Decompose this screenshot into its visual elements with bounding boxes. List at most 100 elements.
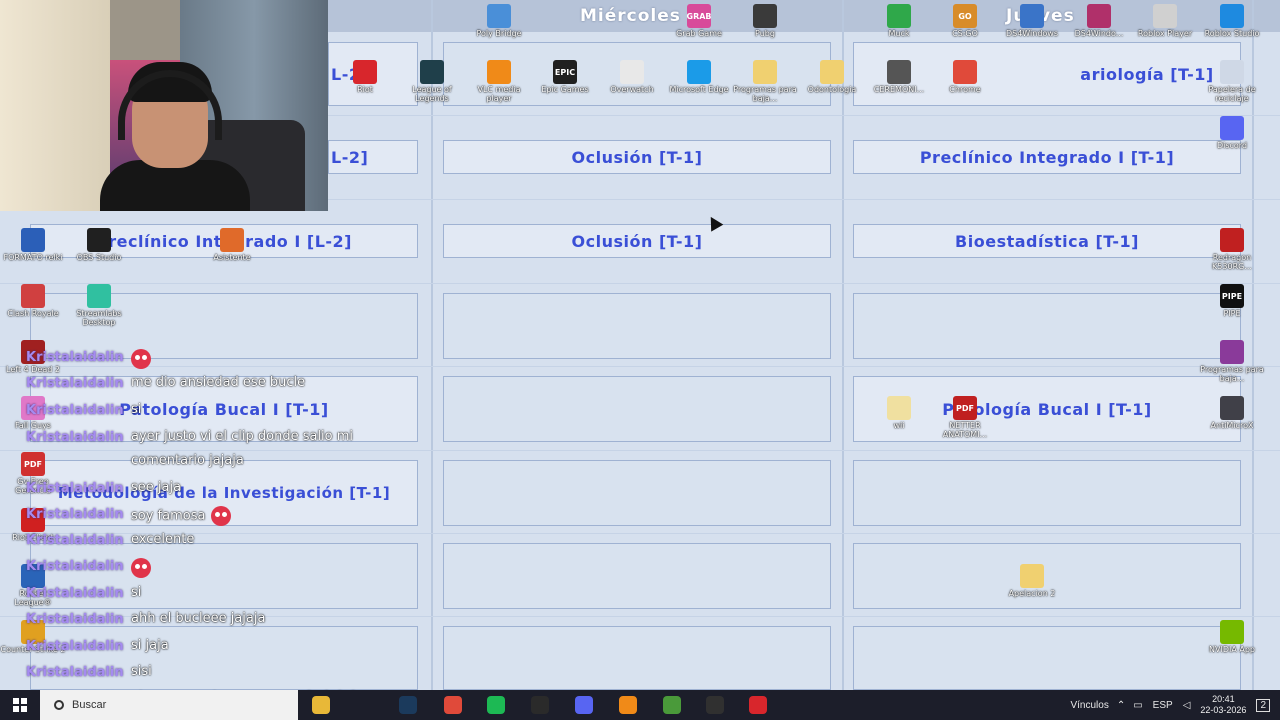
desktop-icon-league-of-legends[interactable]: League of Legends bbox=[399, 60, 465, 103]
muck-icon bbox=[887, 4, 911, 28]
desktop-icon-overwatch[interactable]: Overwatch bbox=[599, 60, 665, 94]
chat-message-text: si bbox=[131, 585, 142, 600]
discord-taskbar-icon[interactable] bbox=[575, 696, 593, 714]
chat-message: soy famosa bbox=[131, 506, 232, 526]
desktop-icon-cs-go[interactable]: GO CS:GO bbox=[932, 4, 998, 38]
spotify-taskbar-icon[interactable] bbox=[487, 696, 505, 714]
desktop-icon-programas-para-baja[interactable]: Programas para baja... bbox=[1199, 340, 1265, 383]
volume-icon[interactable]: ◁ bbox=[1183, 700, 1191, 711]
desktop-icon-ds4windows[interactable]: DS4Windows bbox=[999, 4, 1065, 38]
desktop-icon-label: Asistente bbox=[213, 253, 251, 262]
desktop-icon-programas-para-baja[interactable]: Programas para baja... bbox=[732, 60, 798, 103]
chat-username-text: Kristalaidalin bbox=[26, 558, 124, 574]
desktop-icon-label: NVIDIA App bbox=[1209, 645, 1255, 654]
chat-message-text: si jaja bbox=[131, 638, 169, 653]
desktop-icon-formato-relki[interactable]: FORMATO relki bbox=[0, 228, 66, 262]
overwatch-taskbar-icon[interactable] bbox=[619, 696, 637, 714]
chat-username: Kristalaidalin bbox=[26, 662, 124, 682]
desktop-icon-label: Programas para baja... bbox=[1200, 365, 1264, 383]
links-toolbar-label[interactable]: Vínculos bbox=[1070, 700, 1108, 711]
windows-logo-icon bbox=[13, 698, 27, 712]
desktop-icon-label: Overwatch bbox=[610, 85, 654, 94]
chat-username-text: Kristalaidalin bbox=[26, 664, 124, 680]
desktop-icon-streamlabs-desktop[interactable]: Streamlabs Desktop bbox=[66, 284, 132, 327]
clock[interactable]: 20:41 22-03-2026 bbox=[1200, 694, 1246, 716]
chat-username-text: Kristalaidalin bbox=[26, 429, 124, 445]
chat-username: Kristalaidalin bbox=[26, 427, 124, 447]
file-explorer-taskbar-icon[interactable] bbox=[312, 696, 330, 714]
desktop-icon-poly-bridge[interactable]: Poly Bridge bbox=[466, 4, 532, 38]
desktop-icon-chrome[interactable]: Chrome bbox=[932, 60, 998, 94]
desktop-icon-ds4windo[interactable]: DS4Windo... bbox=[1066, 4, 1132, 38]
desktop-icon-pipe[interactable]: PIPE PIPE bbox=[1199, 284, 1265, 318]
desktop-icon-wii[interactable]: wii bbox=[866, 396, 932, 430]
desktop-icon-muck[interactable]: Muck bbox=[866, 4, 932, 38]
riot-taskbar-icon[interactable] bbox=[749, 696, 767, 714]
asistente-icon bbox=[220, 228, 244, 252]
desktop-icon-nvidia-app[interactable]: NVIDIA App bbox=[1199, 620, 1265, 654]
obs-taskbar-icon[interactable] bbox=[706, 696, 724, 714]
chat-message: si bbox=[131, 585, 141, 600]
column-divider bbox=[431, 0, 433, 690]
clash-royale-icon bbox=[21, 284, 45, 308]
desktop-icon-netter-anatomi[interactable]: PDF NETTER ANATOMI... bbox=[932, 396, 998, 439]
desktop-icon-redragon-k530rg[interactable]: Redragon K530RG... bbox=[1199, 228, 1265, 271]
desktop-icon-label: Papelera de reciclaje bbox=[1208, 85, 1256, 103]
chat-message: ayer justo vi el clip donde salio mi bbox=[131, 429, 353, 444]
network-icon[interactable]: ▭ bbox=[1133, 700, 1142, 711]
chat-message bbox=[131, 349, 151, 369]
desktop-icon-microsoft-edge[interactable]: Microsoft Edge bbox=[666, 60, 732, 94]
chat-message: me dio ansiedad ese bucle bbox=[131, 375, 305, 390]
desktop-icon-label: AntiMicroX bbox=[1210, 421, 1254, 430]
vlc-media-player-icon bbox=[487, 60, 511, 84]
chat-message-text: me dio ansiedad ese bucle bbox=[131, 375, 306, 390]
chrome-taskbar-icon[interactable] bbox=[444, 696, 462, 714]
schedule-cell-empty bbox=[853, 460, 1241, 526]
chat-message: see jaja bbox=[131, 480, 181, 495]
desktop-icon-apelacion-2[interactable]: Apelacion 2 bbox=[999, 564, 1065, 598]
desktop-icon-label: Odontologia bbox=[807, 85, 857, 94]
chat-message-text: sisi bbox=[131, 664, 152, 679]
language-indicator[interactable]: ESP bbox=[1153, 700, 1173, 711]
desktop-icon-antimicrox[interactable]: AntiMicroX bbox=[1199, 396, 1265, 430]
desktop-icon-clash-royale[interactable]: Clash Royale bbox=[0, 284, 66, 318]
start-button[interactable] bbox=[0, 690, 40, 720]
desktop-icon-odontologia[interactable]: Odontologia bbox=[799, 60, 865, 94]
cs-go-icon: GO bbox=[953, 4, 977, 28]
grab-game-icon: GRAB bbox=[687, 4, 712, 28]
row-divider bbox=[0, 283, 1280, 284]
chevron-up-icon[interactable]: ⌃ bbox=[1117, 700, 1125, 711]
desktop-icon-vlc-media-player[interactable]: VLC media player bbox=[466, 60, 532, 103]
notification-center-icon[interactable]: 2 bbox=[1256, 698, 1270, 712]
desktop-icon-discord[interactable]: Discord bbox=[1199, 116, 1265, 150]
chrome-icon bbox=[953, 60, 977, 84]
desktop-icon-riot[interactable]: Riot bbox=[332, 60, 398, 94]
chat-message-text: soy famosa bbox=[131, 508, 206, 524]
chat-emote-icon bbox=[131, 349, 151, 369]
chat-username: Kristalaidalin bbox=[26, 478, 124, 498]
notification-count: 2 bbox=[1260, 699, 1266, 711]
schedule-cell-empty bbox=[443, 460, 831, 526]
desktop-icon-grab-game[interactable]: GRAB Grab Game bbox=[666, 4, 732, 38]
desktop-icon-pubg[interactable]: Pubg bbox=[732, 4, 798, 38]
desktop-icon-label: CS:GO bbox=[952, 29, 978, 38]
desktop-icon-roblox-studio[interactable]: Roblox Studio bbox=[1199, 4, 1265, 38]
desktop-icon-obs-studio[interactable]: OBS Studio bbox=[66, 228, 132, 262]
desktop-icon-asistente[interactable]: Asistente bbox=[199, 228, 265, 262]
taskbar-search-box[interactable]: Buscar bbox=[40, 690, 298, 720]
webcam-overlay bbox=[0, 0, 328, 211]
nvidia-app-icon bbox=[1220, 620, 1244, 644]
desktop-icon-label: Clash Royale bbox=[7, 309, 59, 318]
desktop-icon-ceremoni[interactable]: CEREMONI... bbox=[866, 60, 932, 94]
minecraft-taskbar-icon[interactable] bbox=[663, 696, 681, 714]
schedule-cell-empty bbox=[443, 543, 831, 609]
desktop-icon-papelera-de-reciclaje[interactable]: Papelera de reciclaje bbox=[1199, 60, 1265, 103]
desktop-icon-roblox-player[interactable]: Roblox Player bbox=[1132, 4, 1198, 38]
epic-taskbar-icon[interactable] bbox=[531, 696, 549, 714]
desktop-icon-epic-games[interactable]: EPIC Epic Games bbox=[532, 60, 598, 94]
chat-username-text: Kristalaidalin bbox=[26, 375, 124, 391]
pubg-icon bbox=[753, 4, 777, 28]
steam-taskbar-icon[interactable] bbox=[399, 696, 417, 714]
schedule-cell-empty bbox=[853, 293, 1241, 359]
roblox-studio-icon bbox=[1220, 4, 1244, 28]
